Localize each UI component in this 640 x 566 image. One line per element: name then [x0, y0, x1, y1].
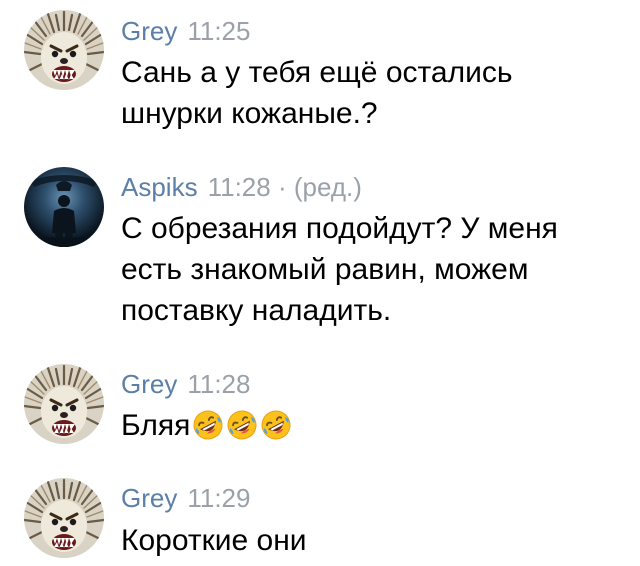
author-name[interactable]: Grey — [121, 369, 177, 399]
author-name[interactable]: Grey — [121, 483, 177, 513]
hedgehog-avatar-icon[interactable] — [24, 10, 104, 90]
hedgehog-avatar-icon[interactable] — [24, 364, 104, 444]
dark-figure-avatar-icon[interactable] — [24, 167, 104, 247]
message-time: 11:28 — [207, 172, 271, 202]
message-text: Сань а у тебя ещё остались шнурки кожаны… — [121, 56, 513, 130]
message-text: С обрезания подойдут? У меня есть знаком… — [121, 212, 558, 327]
chat-history: Grey 11:25 Сань а у тебя ещё остались шну… — [0, 0, 640, 566]
rolling-on-floor-laughing-emoji — [226, 409, 258, 441]
message-header: Grey 11:28 — [121, 369, 250, 399]
message-header: Grey 11:25 — [121, 16, 250, 46]
author-name[interactable]: Aspiks — [121, 172, 198, 202]
message-time: 11:29 — [187, 483, 251, 513]
author-name[interactable]: Grey — [121, 16, 177, 46]
message-header: Grey 11:29 — [121, 483, 250, 513]
rolling-on-floor-laughing-emoji — [192, 409, 224, 441]
message-text: Бляя — [121, 405, 621, 446]
hedgehog-avatar-icon[interactable] — [24, 478, 104, 558]
edited-label: · (ред.) — [277, 172, 362, 202]
rolling-on-floor-laughing-emoji — [260, 409, 292, 441]
message-header: Aspiks 11:28 · (ред.) — [121, 172, 362, 202]
message-time: 11:28 — [187, 369, 251, 399]
message-time: 11:25 — [187, 16, 251, 46]
message-text: Короткие они — [121, 524, 307, 557]
message-text-content: Бляя — [121, 409, 191, 442]
